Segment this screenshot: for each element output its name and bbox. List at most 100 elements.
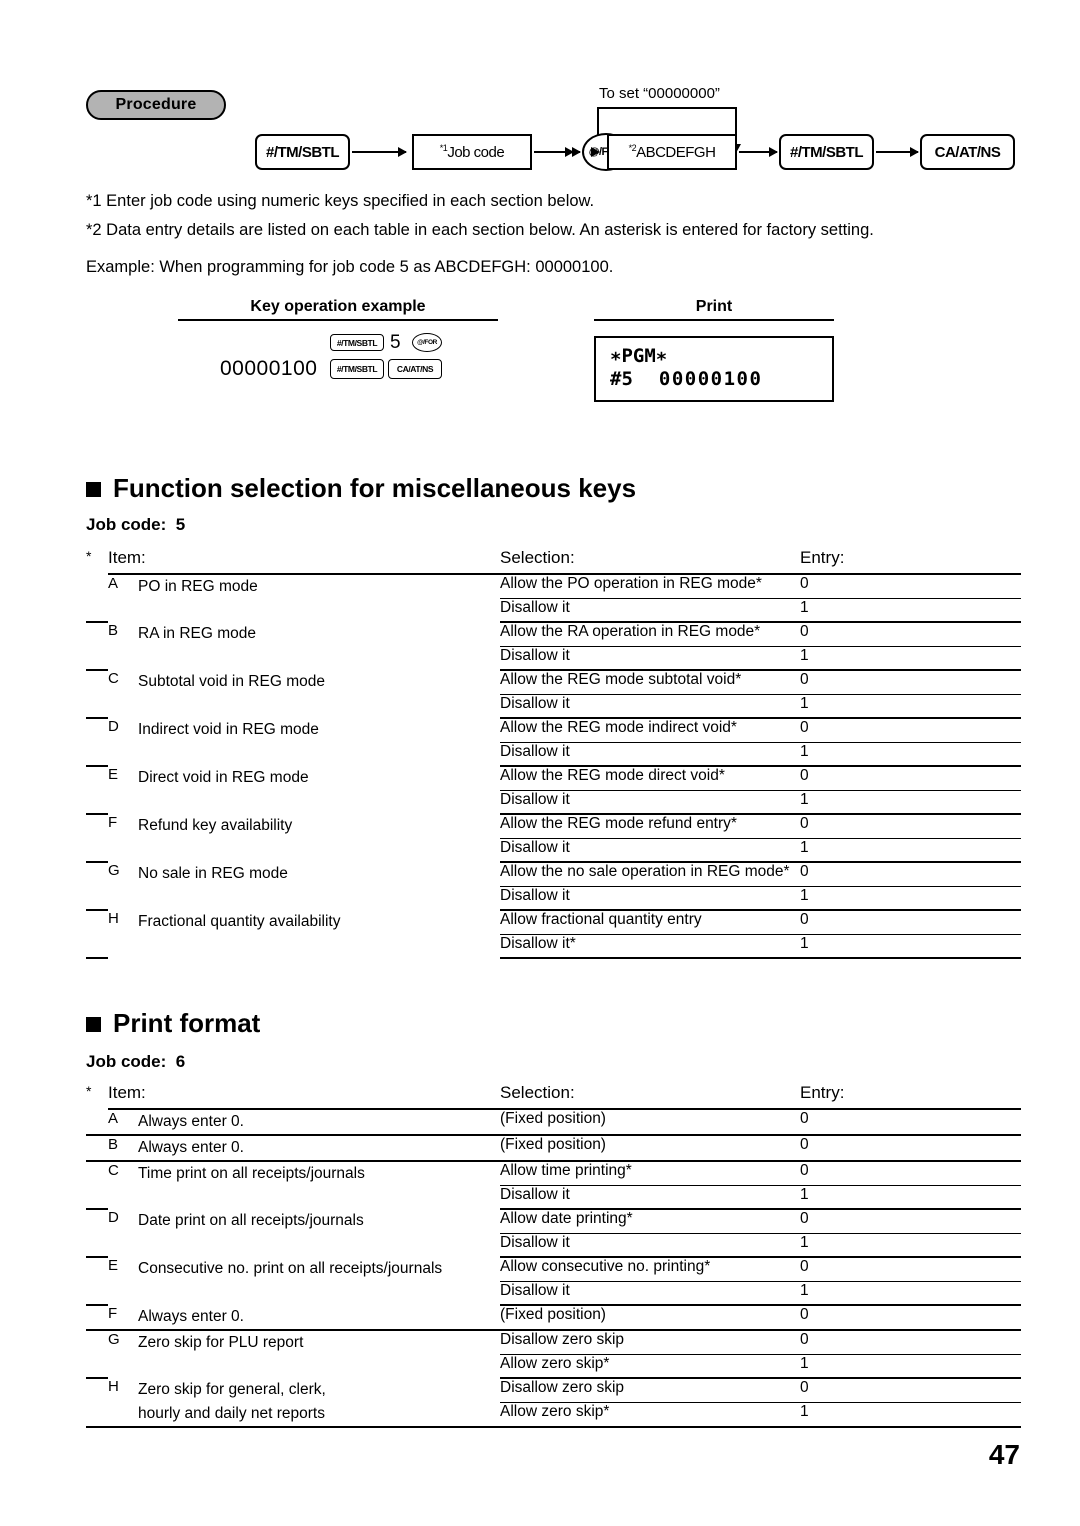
table-row: A Always enter 0. (Fixed position) 0 <box>86 1109 1022 1136</box>
header-selection: Selection: <box>500 548 801 575</box>
receipt-job-value: 00000100 <box>658 368 763 390</box>
row-entry: 1 <box>800 1233 1022 1258</box>
row-letter: D <box>108 1209 119 1226</box>
receipt-job-label: #5 <box>610 368 633 390</box>
receipt-line-job: #5 00000100 <box>610 368 762 390</box>
row-entry: 0 <box>800 622 1022 647</box>
row-item: Direct void in REG mode <box>138 769 309 786</box>
row-selection: Allow consecutive no. printing* <box>500 1257 801 1282</box>
flow-key-job-code[interactable]: *1 Job code <box>412 134 532 170</box>
row-item-line2: hourly and daily net reports <box>138 1402 501 1428</box>
footnote-2: *2 Data entry details are listed on each… <box>86 221 874 239</box>
job-code-value: 5 <box>175 515 186 534</box>
row-selection: Allow time printing* <box>500 1161 801 1186</box>
row-item: Consecutive no. print on all receipts/jo… <box>138 1260 443 1277</box>
minikey-label: @/FOR <box>417 339 437 346</box>
row-entry: 1 <box>800 694 1022 719</box>
minikey-tm-sbtl-1[interactable]: #/TM/SBTL <box>330 334 384 351</box>
row-selection: Allow the RA operation in REG mode* <box>500 622 801 647</box>
bullet-square-icon <box>86 1017 101 1032</box>
job-code-2: Job code: 6 <box>86 1052 185 1072</box>
row-selection: Allow the REG mode direct void* <box>500 766 801 791</box>
row-entry: 1 <box>800 790 1022 815</box>
key-operation-value: 00000100 <box>220 357 318 380</box>
bypass-label: To set “00000000” <box>599 85 720 102</box>
row-entry: 1 <box>800 1402 1022 1428</box>
section-title: Function selection for miscellaneous key… <box>113 473 637 503</box>
row-selection: Allow the REG mode indirect void* <box>500 718 801 743</box>
flow-key-superscript: *1 <box>439 143 448 153</box>
job-code-value: 6 <box>175 1052 186 1071</box>
row-letter: G <box>108 862 120 879</box>
row-entry: 1 <box>800 886 1022 911</box>
flow-key-tm-sbtl-2[interactable]: #/TM/SBTL <box>779 134 874 170</box>
flow-key-label: #/TM/SBTL <box>266 143 340 161</box>
table-row: B RA in REG mode Allow the RA operation … <box>86 622 1022 647</box>
minikey-tm-sbtl-2[interactable]: #/TM/SBTL <box>330 359 384 379</box>
key-operation-example-header: Key operation example <box>178 298 498 321</box>
row-letter: H <box>108 910 119 927</box>
row-selection: Disallow it <box>500 694 801 719</box>
minikey-label: #/TM/SBTL <box>336 337 378 348</box>
row-entry: 1 <box>800 742 1022 767</box>
row-entry: 0 <box>800 1109 1022 1136</box>
row-selection: (Fixed position) <box>500 1109 801 1136</box>
bullet-square-icon <box>86 482 101 497</box>
row-selection: Allow date printing* <box>500 1209 801 1234</box>
job-code-label: Job code: <box>86 515 167 534</box>
flow-key-tm-sbtl-1[interactable]: #/TM/SBTL <box>255 134 350 170</box>
row-entry: 0 <box>800 1305 1022 1331</box>
procedure-badge: Procedure <box>86 90 226 120</box>
row-item: Zero skip for general, clerk, <box>138 1381 326 1398</box>
print-header: Print <box>594 298 834 321</box>
key-operation-example: #/TM/SBTL 5 @/FOR 00000100 #/TM/SBTL CA/… <box>220 332 450 394</box>
row-letter: A <box>108 1109 138 1136</box>
row-letter: H <box>108 1378 119 1395</box>
row-selection: Disallow zero skip <box>500 1378 801 1403</box>
table-row: F Always enter 0. (Fixed position) 0 <box>86 1305 1022 1331</box>
table-row: G No sale in REG mode Allow the no sale … <box>86 862 1022 887</box>
table-row: C Time print on all receipts/journals Al… <box>86 1161 1022 1186</box>
row-entry: 1 <box>800 598 1022 623</box>
row-letter: F <box>108 1305 138 1331</box>
row-letter: B <box>108 622 119 639</box>
table-row: B Always enter 0. (Fixed position) 0 <box>86 1135 1022 1162</box>
table-row: D Indirect void in REG mode Allow the RE… <box>86 718 1022 743</box>
footnote-1: *1 Enter job code using numeric keys spe… <box>86 192 595 210</box>
row-entry: 0 <box>800 1161 1022 1186</box>
minikey-digit-5: 5 <box>390 332 402 353</box>
row-selection: Disallow it <box>500 1281 801 1306</box>
row-entry: 0 <box>800 1330 1022 1355</box>
print-receipt-sample: ∗PGM∗ #5 00000100 <box>594 336 834 402</box>
row-letter: E <box>108 1257 119 1274</box>
row-selection: Disallow it <box>500 1233 801 1258</box>
section-title: Print format <box>113 1008 261 1038</box>
row-entry: 0 <box>800 862 1022 887</box>
minikey-ca-at-ns[interactable]: CA/AT/NS <box>388 359 442 379</box>
row-entry: 1 <box>800 934 1022 959</box>
row-entry: 1 <box>800 838 1022 863</box>
header-item: Item: <box>108 1083 501 1110</box>
flow-key-label: #/TM/SBTL <box>790 143 864 161</box>
bypass-line-top <box>597 107 737 109</box>
flow-key-abcdefgh[interactable]: *2 ABCDEFGH <box>607 134 737 170</box>
row-selection: Allow the REG mode refund entry* <box>500 814 801 839</box>
header-asterisk: * <box>86 1083 92 1099</box>
row-selection: Allow zero skip* <box>500 1354 801 1379</box>
flow-arrow-4 <box>739 147 778 157</box>
row-letter: B <box>108 1135 138 1162</box>
minikey-at-for[interactable]: @/FOR <box>412 333 442 352</box>
row-selection: Allow the no sale operation in REG mode* <box>500 862 801 887</box>
row-letter: C <box>108 1162 119 1179</box>
table-row: F Refund key availability Allow the REG … <box>86 814 1022 839</box>
row-entry: 0 <box>800 766 1022 791</box>
flow-key-ca-at-ns[interactable]: CA/AT/NS <box>920 134 1015 170</box>
row-item: Date print on all receipts/journals <box>138 1212 364 1229</box>
flow-key-label: ABCDEFGH <box>636 143 716 161</box>
row-entry: 0 <box>800 1135 1022 1162</box>
job-code-1: Job code: 5 <box>86 515 185 535</box>
row-selection: Disallow it <box>500 598 801 623</box>
row-letter: E <box>108 766 119 783</box>
row-selection: Disallow it <box>500 886 801 911</box>
row-item: Refund key availability <box>138 817 293 834</box>
